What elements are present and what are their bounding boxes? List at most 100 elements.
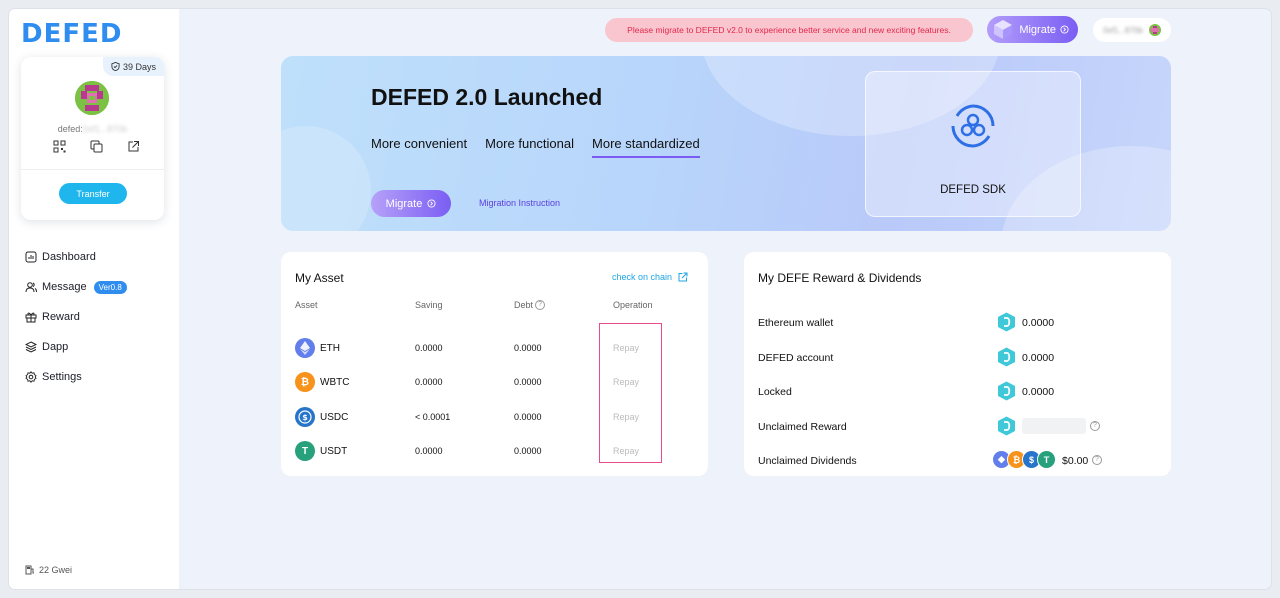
- avatar[interactable]: [75, 81, 109, 115]
- asset-symbol: USDC: [320, 412, 349, 423]
- wallet-avatar: [1148, 24, 1161, 36]
- app-window: DEFED 39 Days defed:0xf1...870b Transfer…: [9, 9, 1271, 589]
- wallet-address: 0xf1...870b: [1103, 25, 1143, 35]
- defe-token-icon: [998, 312, 1015, 332]
- gift-icon: [25, 312, 37, 323]
- svg-text:$: $: [302, 413, 308, 422]
- saving-value: 0.0000: [415, 343, 443, 353]
- tab-standardized[interactable]: More standardized: [592, 136, 700, 158]
- copy-icon[interactable]: [90, 140, 103, 153]
- banner-title: DEFED 2.0 Launched: [371, 84, 603, 110]
- sidebar-item-dashboard[interactable]: Dashboard: [25, 242, 127, 272]
- reward-value: 0.0000: [1022, 352, 1055, 364]
- sidebar: DEFED 39 Days defed:0xf1...870b Transfer…: [9, 9, 179, 589]
- sidebar-item-label: Message: [42, 281, 87, 293]
- reward-card: My DEFE Reward & Dividends Ethereum wall…: [744, 252, 1171, 476]
- banner-tabs: More convenient More functional More sta…: [371, 136, 700, 158]
- version-badge: Ver0.8: [93, 280, 127, 294]
- migration-notice: Please migrate to DEFED v2.0 to experien…: [605, 18, 973, 42]
- sidebar-item-reward[interactable]: Reward: [25, 302, 127, 332]
- shield-check-icon: [111, 62, 120, 71]
- reward-row: Unclaimed Reward ?: [744, 416, 1171, 436]
- days-badge-label: 39 Days: [122, 61, 156, 72]
- saving-value: 0.0000: [415, 377, 443, 387]
- sidebar-item-dapp[interactable]: Dapp: [25, 332, 127, 362]
- asset-title: My Asset: [295, 271, 344, 285]
- saving-value: 0.0000: [415, 446, 443, 456]
- sidebar-item-label: Dashboard: [42, 251, 96, 263]
- migrate-button-label: Migrate: [385, 197, 423, 210]
- defe-token-icon: [998, 416, 1015, 436]
- highlight-box: [599, 323, 662, 463]
- defe-token-icon: [998, 381, 1015, 401]
- sidebar-item-label: Dapp: [42, 341, 69, 353]
- divider: [21, 169, 164, 170]
- help-icon[interactable]: ?: [1090, 421, 1100, 431]
- column-header-operation: Operation: [613, 300, 653, 310]
- sidebar-item-message[interactable]: Message Ver0.8: [25, 272, 127, 302]
- asset-symbol: WBTC: [320, 377, 350, 388]
- help-icon[interactable]: ?: [1092, 455, 1102, 465]
- saving-value: < 0.0001: [415, 412, 451, 422]
- migrate-button[interactable]: Migrate: [371, 190, 451, 217]
- reward-label: Locked: [758, 386, 792, 398]
- external-link-icon: [678, 272, 688, 282]
- users-icon: [25, 282, 37, 293]
- sidebar-item-settings[interactable]: Settings: [25, 362, 127, 392]
- reward-row: DEFED account 0.0000: [744, 347, 1171, 367]
- sdk-icon: [951, 104, 995, 148]
- sdk-card[interactable]: DEFED SDK: [865, 71, 1081, 217]
- sdk-label: DEFED SDK: [940, 184, 1006, 196]
- layers-icon: [25, 341, 37, 353]
- gas-value: 22 Gwei: [39, 565, 73, 575]
- reward-label: Ethereum wallet: [758, 317, 834, 329]
- reward-row: Ethereum wallet 0.0000: [744, 312, 1171, 332]
- gas-indicator: 22 Gwei: [25, 565, 72, 575]
- dashboard-icon: [25, 251, 37, 263]
- reward-row: Locked 0.0000: [744, 381, 1171, 401]
- asset-symbol: USDT: [320, 446, 348, 457]
- check-on-chain-link[interactable]: check on chain: [612, 272, 688, 282]
- logo: DEFED: [21, 19, 123, 49]
- migrate-top-button[interactable]: Migrate: [987, 16, 1078, 43]
- asset-symbol: ETH: [320, 343, 340, 354]
- debt-value: 0.0000: [514, 343, 542, 353]
- migration-instruction-link[interactable]: Migration Instruction: [479, 198, 560, 208]
- defe-token-icon: [998, 347, 1015, 367]
- gear-icon: [25, 371, 37, 383]
- debt-value: 0.0000: [514, 412, 542, 422]
- reward-label: Unclaimed Reward: [758, 421, 847, 433]
- sidebar-nav: Dashboard Message Ver0.8 Reward Dapp Set…: [25, 242, 127, 392]
- account-address: defed:0xf1...870b: [57, 124, 128, 134]
- tether-icon: T: [1037, 450, 1056, 469]
- reward-value: $0.00: [1062, 455, 1089, 467]
- external-link-icon[interactable]: [127, 140, 140, 153]
- eth-icon: [295, 338, 315, 358]
- cube-icon: [994, 20, 1012, 39]
- debt-value: 0.0000: [514, 446, 542, 456]
- qr-code-icon[interactable]: [53, 140, 66, 153]
- migrate-top-label: Migrate: [1019, 23, 1056, 36]
- reward-label: Unclaimed Dividends: [758, 455, 857, 467]
- bitcoin-icon: ₿: [295, 372, 315, 392]
- tether-icon: T: [295, 441, 315, 461]
- tab-functional[interactable]: More functional: [485, 136, 574, 158]
- launch-banner: DEFED 2.0 Launched More convenient More …: [281, 56, 1171, 231]
- gas-pump-icon: [25, 565, 34, 575]
- masked-address: 0xf1...870b: [82, 124, 128, 134]
- reward-row: Unclaimed Dividends ◆ ₿ $ T $0.00 ?: [744, 450, 1171, 470]
- reward-label: DEFED account: [758, 352, 834, 364]
- tab-convenient[interactable]: More convenient: [371, 136, 467, 158]
- sidebar-item-label: Reward: [42, 311, 80, 323]
- sidebar-item-label: Settings: [42, 371, 82, 383]
- arrow-circle-icon: [1060, 25, 1069, 34]
- asset-card: My Asset check on chain Asset Saving Deb…: [281, 252, 708, 476]
- help-icon[interactable]: ?: [535, 300, 546, 310]
- debt-value: 0.0000: [514, 377, 542, 387]
- unclaimed-reward-placeholder: [1022, 418, 1086, 434]
- reward-value: 0.0000: [1022, 386, 1055, 398]
- transfer-button[interactable]: Transfer: [59, 183, 127, 204]
- column-header-saving: Saving: [415, 300, 443, 310]
- wallet-pill[interactable]: 0xf1...870b: [1093, 18, 1171, 42]
- profile-card: 39 Days defed:0xf1...870b Transfer: [21, 57, 164, 220]
